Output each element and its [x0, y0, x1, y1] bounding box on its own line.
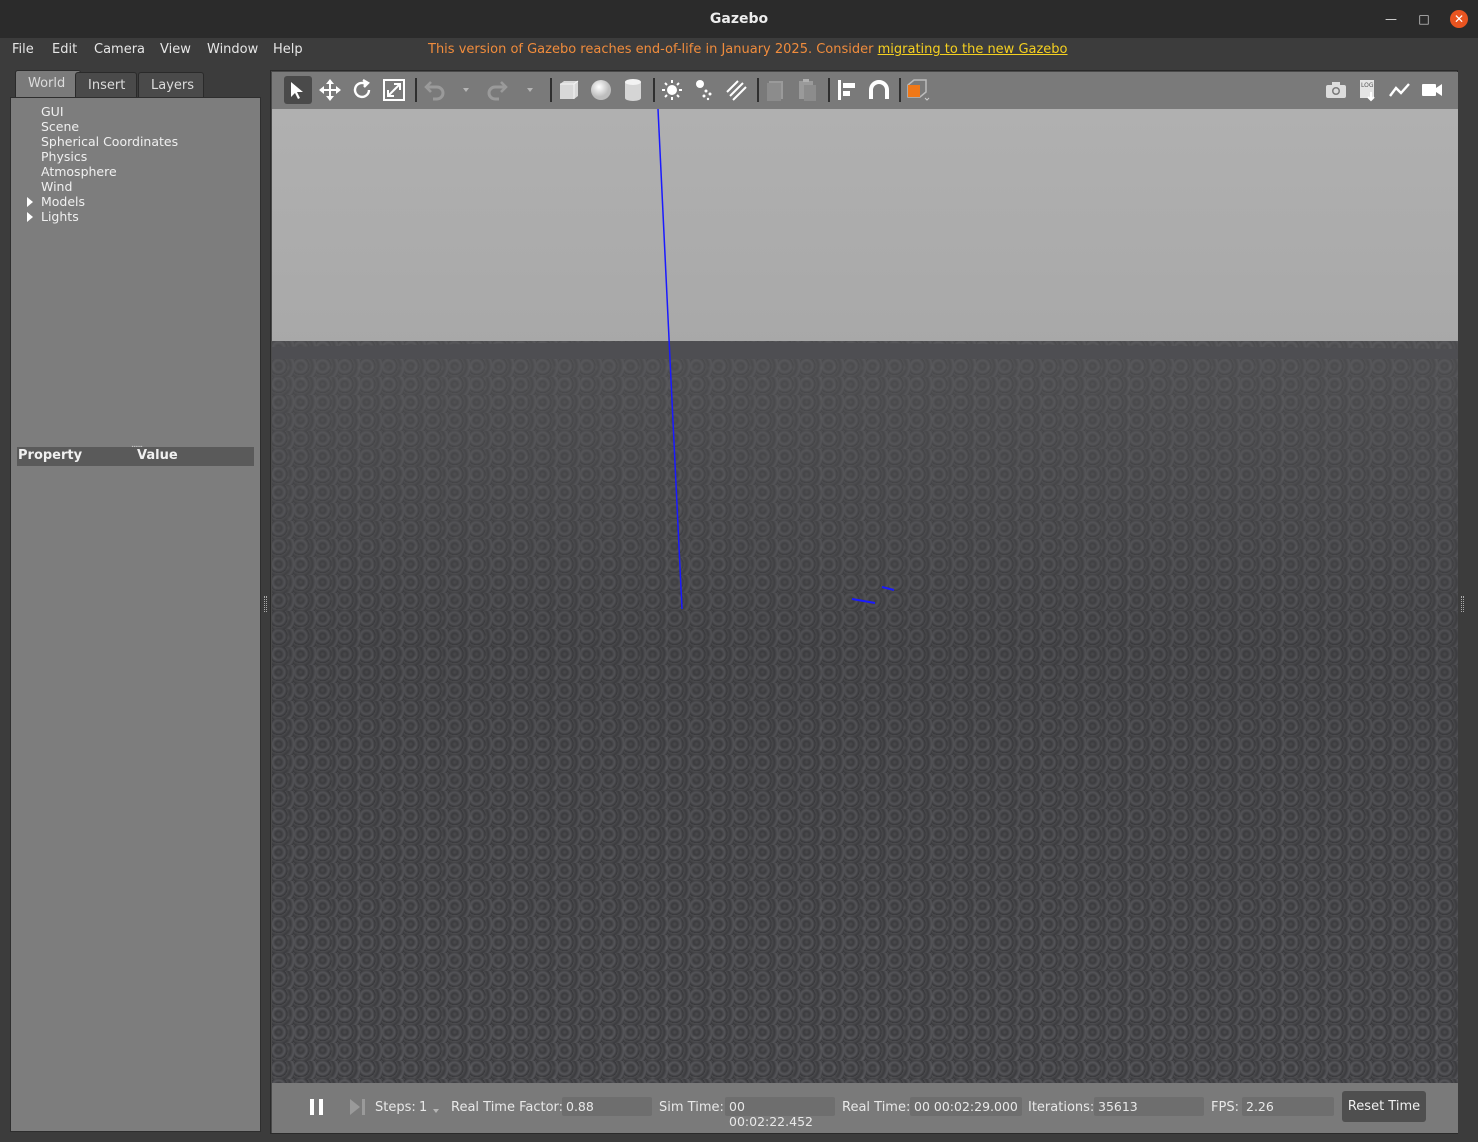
tree-item-gui[interactable]: GUI [27, 104, 178, 119]
toolbar-separator [653, 78, 655, 102]
left-splitter-grip[interactable] [264, 596, 267, 612]
iterations-label: Iterations: [1028, 1100, 1095, 1115]
property-table-header: Property Value [17, 447, 254, 466]
minimize-icon[interactable]: — [1382, 10, 1400, 28]
sim-time-label: Sim Time: [659, 1100, 724, 1115]
tab-world[interactable]: World [15, 70, 81, 97]
translate-mode-icon[interactable] [316, 76, 344, 104]
expand-arrow-icon[interactable] [27, 212, 33, 222]
toolbar-separator [415, 78, 417, 102]
plot-icon[interactable] [1386, 76, 1414, 104]
tree-item-atmosphere[interactable]: Atmosphere [27, 164, 178, 179]
eol-text: This version of Gazebo reaches end-of-li… [428, 42, 878, 57]
maximize-icon[interactable]: □ [1415, 10, 1433, 28]
tree-item-label: GUI [41, 104, 64, 119]
right-splitter-grip[interactable] [1461, 596, 1464, 612]
point-light-icon[interactable] [658, 76, 686, 104]
value-column-header: Value [137, 448, 178, 463]
tree-item-spherical-coordinates[interactable]: Spherical Coordinates [27, 134, 178, 149]
tree-item-physics[interactable]: Physics [27, 149, 178, 164]
property-column-header: Property [18, 448, 83, 463]
status-bar: Steps: 1 Real Time Factor: 0.88 Sim Time… [272, 1083, 1458, 1133]
cylinder-icon[interactable] [619, 76, 647, 104]
steps-dropdown-icon[interactable] [433, 1109, 439, 1113]
left-panel: World Insert Layers GUI Scene Spherical … [10, 70, 261, 1132]
fps-label: FPS: [1211, 1100, 1239, 1115]
toolbar-separator [828, 78, 830, 102]
menu-bar: File Edit Camera View Window Help This v… [0, 38, 1478, 62]
directional-light-icon[interactable] [722, 76, 750, 104]
3d-viewport[interactable] [272, 109, 1458, 1083]
menu-view[interactable]: View [160, 42, 191, 57]
fps-field: 2.26 [1242, 1097, 1334, 1116]
tree-item-label: Spherical Coordinates [41, 134, 179, 149]
real-time-factor-field: 0.88 [562, 1097, 652, 1116]
toolbar-separator [550, 78, 552, 102]
copy-icon[interactable] [762, 76, 790, 104]
scene-overlay [272, 109, 1458, 610]
expand-arrow-icon[interactable] [27, 197, 33, 207]
rotate-mode-icon[interactable] [348, 76, 376, 104]
toolbar-separator [757, 78, 759, 102]
tree-item-label: Wind [41, 179, 73, 194]
paste-icon[interactable] [794, 76, 822, 104]
tree-item-models[interactable]: Models [27, 194, 178, 209]
tab-layers[interactable]: Layers [138, 72, 204, 97]
sphere-icon[interactable] [587, 76, 615, 104]
close-icon[interactable]: ✕ [1450, 10, 1468, 28]
snap-icon[interactable] [865, 76, 893, 104]
tree-item-lights[interactable]: Lights [27, 209, 178, 224]
undo-dropdown-icon[interactable] [463, 88, 469, 92]
undo-icon[interactable] [420, 76, 448, 104]
eol-notice: This version of Gazebo reaches end-of-li… [428, 42, 1068, 57]
steps-label: Steps: [375, 1100, 416, 1115]
toolbar: LOG [272, 72, 1458, 109]
redo-dropdown-icon[interactable] [527, 88, 533, 92]
title-bar: Gazebo — □ ✕ [0, 0, 1478, 38]
menu-edit[interactable]: Edit [52, 42, 77, 57]
view-angle-icon[interactable] [904, 76, 932, 104]
tab-insert[interactable]: Insert [75, 72, 137, 97]
iterations-field: 35613 [1094, 1097, 1204, 1116]
menu-camera[interactable]: Camera [94, 42, 145, 57]
real-time-field: 00 00:02:29.000 [910, 1097, 1022, 1116]
record-video-icon[interactable] [1418, 76, 1446, 104]
scene-frame: LOG Steps: 1 Real Time Factor: 0.88 Sim … [270, 70, 1458, 1134]
tree-item-wind[interactable]: Wind [27, 179, 178, 194]
migrate-link[interactable]: migrating to the new Gazebo [878, 42, 1068, 57]
align-icon[interactable] [833, 76, 861, 104]
steps-value[interactable]: 1 [419, 1100, 427, 1115]
world-tree: GUI Scene Spherical Coordinates Physics … [27, 104, 178, 224]
menu-file[interactable]: File [12, 42, 34, 57]
sim-time-field: 00 00:02:22.452 [725, 1097, 835, 1129]
box-icon[interactable] [555, 76, 583, 104]
reset-time-button[interactable]: Reset Time [1342, 1091, 1426, 1122]
world-panel: GUI Scene Spherical Coordinates Physics … [10, 97, 261, 1132]
screenshot-icon[interactable] [1322, 76, 1350, 104]
redo-icon[interactable] [484, 76, 512, 104]
tree-item-label: Atmosphere [41, 164, 117, 179]
svg-text:LOG: LOG [1361, 82, 1374, 89]
tree-item-label: Models [41, 194, 86, 209]
tree-item-scene[interactable]: Scene [27, 119, 178, 134]
left-tabs: World Insert Layers [10, 70, 261, 97]
horizon-band [272, 341, 1458, 359]
real-time-factor-label: Real Time Factor: [451, 1100, 564, 1115]
scale-mode-icon[interactable] [380, 76, 408, 104]
log-icon[interactable]: LOG [1354, 76, 1382, 104]
step-icon[interactable] [349, 1098, 367, 1120]
real-time-label: Real Time: [842, 1100, 911, 1115]
menu-window[interactable]: Window [207, 42, 258, 57]
spot-light-icon[interactable] [690, 76, 718, 104]
model-marker-icon [851, 598, 876, 604]
menu-help[interactable]: Help [273, 42, 303, 57]
tree-item-label: Lights [41, 209, 79, 224]
tree-item-label: Physics [41, 149, 88, 164]
model-marker-icon [881, 586, 895, 591]
select-mode-icon[interactable] [284, 76, 312, 104]
pause-icon[interactable] [309, 1098, 325, 1120]
toolbar-separator [899, 78, 901, 102]
tree-item-label: Scene [41, 119, 80, 134]
window-title: Gazebo [709, 11, 769, 27]
